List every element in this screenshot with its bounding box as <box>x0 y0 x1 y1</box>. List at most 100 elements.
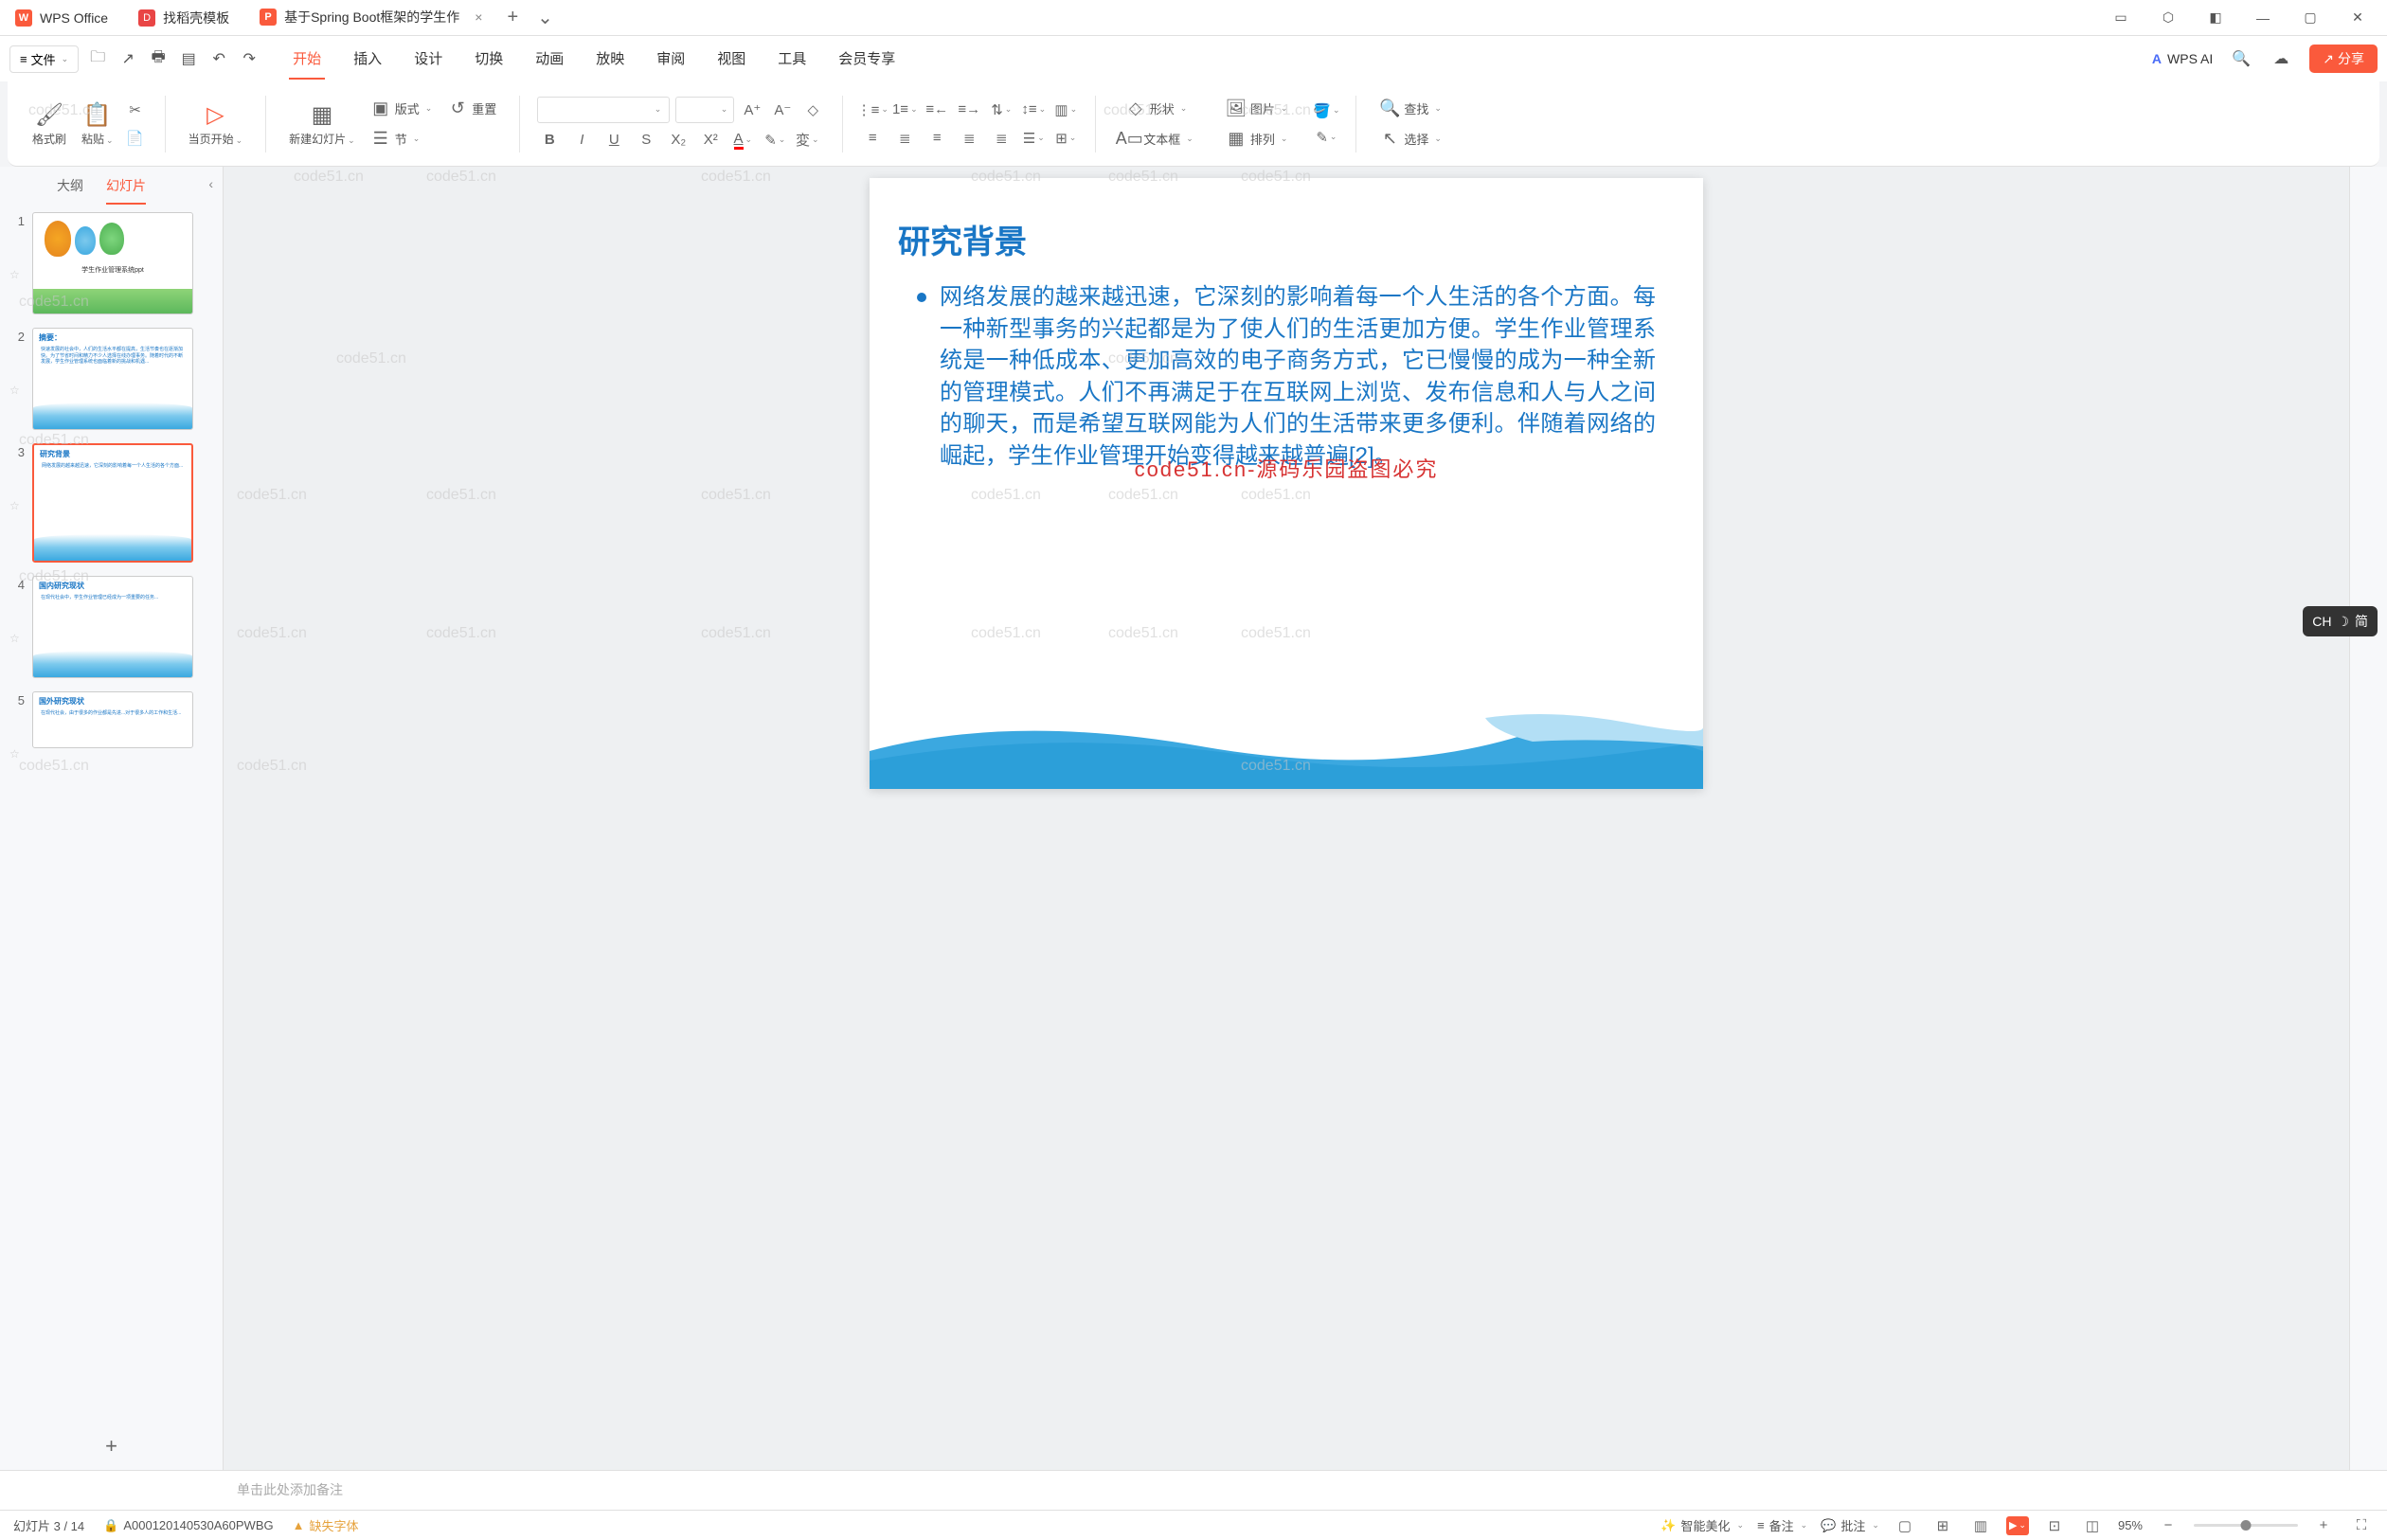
grid-view-icon[interactable]: ⊡ <box>2042 1514 2067 1537</box>
align-justify-icon[interactable]: ≣ <box>957 127 981 150</box>
thumb-row[interactable]: 2 ☆ 摘要： 快速发展的社会中，人们的生活水平都在提高，生活节奏也在逐渐加快。… <box>9 328 213 430</box>
tab-tools[interactable]: 工具 <box>774 39 810 80</box>
line-spacing-icon[interactable]: ↕≡⌄ <box>1021 98 1046 121</box>
zoom-level-label[interactable]: 95% <box>2118 1518 2143 1532</box>
close-tab-icon[interactable]: × <box>475 9 482 25</box>
superscript-icon[interactable]: X² <box>698 129 723 152</box>
tab-member[interactable]: 会员专享 <box>835 39 899 80</box>
ime-indicator[interactable]: CH ☽ 简 <box>2303 606 2378 636</box>
app-tab-daoke[interactable]: D 找稻壳模板 <box>123 0 244 35</box>
align-center-icon[interactable]: ≣ <box>892 127 917 150</box>
app-tab-document[interactable]: P 基于Spring Boot框架的学生作 × <box>244 0 497 35</box>
highlight-icon[interactable]: ✎⌄ <box>763 129 787 152</box>
tab-review[interactable]: 审阅 <box>653 39 689 80</box>
underline-icon[interactable]: U <box>601 129 626 152</box>
from-current-button[interactable]: ▷ 当页开始⌄ <box>183 97 249 151</box>
slide-canvas[interactable]: 研究背景 网络发展的越来越迅速，它深刻的影响着每一个人生活的各个方面。每一种新型… <box>224 167 2349 1470</box>
tab-view[interactable]: 视图 <box>713 39 749 80</box>
slides-tab[interactable]: 幻灯片 <box>106 176 146 205</box>
strike-icon[interactable]: S <box>634 129 658 152</box>
share-button[interactable]: ↗ 分享 <box>2309 45 2378 73</box>
add-tab-button[interactable]: + <box>497 7 528 28</box>
arrange-button[interactable]: ▦ 排列⌄ <box>1220 126 1294 152</box>
reset-button[interactable]: ↺ 重置 <box>441 96 502 122</box>
star-icon[interactable]: ☆ <box>9 268 23 281</box>
font-warning[interactable]: ▲ 缺失字体 <box>293 1516 359 1534</box>
qa-open-icon[interactable]: 🗀 <box>86 47 109 70</box>
picture-button[interactable]: 🖼 图片⌄ <box>1220 96 1294 122</box>
qa-undo-icon[interactable]: ↶ <box>207 47 230 70</box>
win-icon-2[interactable]: ⬡ <box>2146 4 2190 32</box>
file-menu-button[interactable]: ≡ 文件 ⌄ <box>9 45 79 73</box>
right-sidebar[interactable] <box>2349 167 2387 1470</box>
char-spacing-icon[interactable]: 変⌄ <box>795 129 819 152</box>
add-slide-button[interactable]: + <box>0 1423 223 1470</box>
collapse-panel-icon[interactable]: ‹ <box>208 176 213 191</box>
new-slide-button[interactable]: ▦ 新建幻灯片⌄ <box>283 97 361 151</box>
increase-indent-icon[interactable]: ≡→ <box>957 98 981 121</box>
find-button[interactable]: 🔍 查找⌄ <box>1373 96 1447 122</box>
numbering-icon[interactable]: 1≡⌄ <box>892 98 917 121</box>
qa-print-icon[interactable]: 🖶 <box>147 47 170 70</box>
cut-icon[interactable]: ✂ <box>123 98 148 121</box>
sorter-view-icon[interactable]: ⊞ <box>1930 1514 1955 1537</box>
align-distribute-icon[interactable]: ≣ <box>989 127 1014 150</box>
qa-export-icon[interactable]: ↗ <box>117 47 139 70</box>
cloud-icon[interactable]: ☁ <box>2270 47 2292 70</box>
text-direction-icon[interactable]: ⇅⌄ <box>989 98 1014 121</box>
thumbnail-4[interactable]: 国内研究现状 在现代社会中，学生作业管理已经成为一项重要的任务... <box>32 576 193 678</box>
star-icon[interactable]: ☆ <box>9 384 23 397</box>
app-tab-wps[interactable]: W WPS Office <box>0 0 123 35</box>
shape-button[interactable]: ◇ 形状⌄ <box>1120 96 1194 122</box>
font-color-icon[interactable]: A⌄ <box>730 129 755 152</box>
star-icon[interactable]: ☆ <box>9 747 23 761</box>
smart-beautify-button[interactable]: ✨ 智能美化⌄ <box>1660 1516 1744 1534</box>
tab-slideshow[interactable]: 放映 <box>592 39 628 80</box>
thumbnail-2[interactable]: 摘要： 快速发展的社会中，人们的生活水平都在提高，生活节奏也在逐渐加快。为了节省… <box>32 328 193 430</box>
fill-color-icon[interactable]: 🪣⌄ <box>1314 99 1338 122</box>
reading-view-icon[interactable]: ▥ <box>1968 1514 1993 1537</box>
slide-body[interactable]: 网络发展的越来越迅速，它深刻的影响着每一个人生活的各个方面。每一种新型事务的兴起… <box>870 281 1703 473</box>
tab-design[interactable]: 设计 <box>410 39 446 80</box>
section-button[interactable]: ☰ 节⌄ <box>365 126 439 152</box>
close-window-button[interactable]: ✕ <box>2336 4 2379 32</box>
comments-toggle[interactable]: 💬 批注⌄ <box>1821 1516 1879 1534</box>
align-left-icon[interactable]: ≡ <box>860 127 885 150</box>
subscript-icon[interactable]: X₂ <box>666 129 691 152</box>
decrease-indent-icon[interactable]: ≡← <box>924 98 949 121</box>
slideshow-button[interactable]: ▶⌄ <box>2006 1516 2029 1535</box>
tab-animation[interactable]: 动画 <box>531 39 567 80</box>
qa-preview-icon[interactable]: ▤ <box>177 47 200 70</box>
zoom-in-icon[interactable]: + <box>2311 1514 2336 1537</box>
fit-view-icon[interactable]: ◫ <box>2080 1514 2105 1537</box>
thumbnails-list[interactable]: 1 ☆ 学生作业管理系统ppt 指导老师： 2 ☆ 摘要 <box>0 205 223 1423</box>
zoom-slider[interactable] <box>2194 1524 2298 1527</box>
tab-transition[interactable]: 切换 <box>471 39 507 80</box>
outline-color-icon[interactable]: ✎⌄ <box>1314 126 1338 149</box>
wps-ai-button[interactable]: A WPS AI <box>2152 51 2213 66</box>
current-slide[interactable]: 研究背景 网络发展的越来越迅速，它深刻的影响着每一个人生活的各个方面。每一种新型… <box>870 178 1703 789</box>
select-button[interactable]: ↖ 选择⌄ <box>1373 126 1447 152</box>
thumb-row[interactable]: 4 ☆ 国内研究现状 在现代社会中，学生作业管理已经成为一项重要的任务... <box>9 576 213 678</box>
thumb-row[interactable]: 1 ☆ 学生作业管理系统ppt 指导老师： <box>9 212 213 314</box>
win-icon-1[interactable]: ▭ <box>2099 4 2143 32</box>
doc-id-label[interactable]: 🔒 A000120140530A60PWBG <box>103 1518 273 1533</box>
paste-button[interactable]: 📋 粘贴⌄ <box>76 97 119 151</box>
bullet-text[interactable]: 网络发展的越来越迅速，它深刻的影响着每一个人生活的各个方面。每一种新型事务的兴起… <box>940 281 1656 473</box>
tab-insert[interactable]: 插入 <box>350 39 386 80</box>
thumb-row[interactable]: 3 ☆ 研究背景 网络发展的越来越迅速，它深刻的影响着每一个人生活的各个方面..… <box>9 443 213 563</box>
bold-icon[interactable]: B <box>537 129 562 152</box>
thumbnail-1[interactable]: 学生作业管理系统ppt 指导老师： <box>32 212 193 314</box>
notes-area[interactable]: 单击此处添加备注 <box>0 1470 2387 1510</box>
thumb-row[interactable]: 5 ☆ 国外研究现状 在现代社会，由于很多的作业都是先进...对于很多人的工作和… <box>9 691 213 761</box>
align-right-icon[interactable]: ≡ <box>924 127 949 150</box>
zoom-out-icon[interactable]: − <box>2156 1514 2181 1537</box>
tab-start[interactable]: 开始 <box>289 39 325 80</box>
qa-redo-icon[interactable]: ↷ <box>238 47 260 70</box>
thumbnail-5[interactable]: 国外研究现状 在现代社会，由于很多的作业都是先进...对于很多人的工作和生活..… <box>32 691 193 748</box>
star-icon[interactable]: ☆ <box>9 632 23 645</box>
tab-dropdown-button[interactable]: ⌄ <box>528 6 563 29</box>
fit-window-icon[interactable]: ⛶ <box>2349 1514 2374 1537</box>
columns-icon[interactable]: ▥⌄ <box>1053 98 1078 121</box>
font-size-select[interactable]: ⌄ <box>675 97 734 123</box>
